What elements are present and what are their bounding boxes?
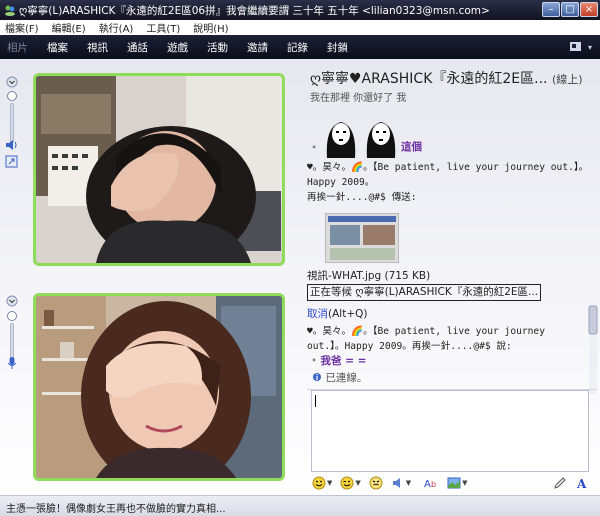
toolbar-games[interactable]: 遊戲 [167,40,188,55]
handwriting-button[interactable] [553,476,567,490]
voice-clip-button[interactable]: ▼ [391,476,411,490]
contact-card-icon [569,42,581,51]
maximize-button[interactable]: □ [561,2,579,17]
background-button[interactable]: ▼ [447,476,468,490]
file-thumbnail[interactable] [325,213,399,263]
chevron-down-icon: ▼ [355,479,361,487]
menu-edit[interactable]: 編輯(E) [52,20,86,35]
svg-text:b: b [431,480,436,489]
speaker-icon[interactable] [5,139,19,151]
fullscreen-icon[interactable] [5,155,18,168]
pen-icon [554,477,566,489]
chevron-down-icon: ▼ [405,479,412,487]
my-webcam-video [36,296,282,478]
toolbar-photos[interactable]: 相片 [7,40,28,55]
collapse-icon[interactable] [6,76,18,88]
sender-line: ♥。昊々。🌈。【Be patient, live your journey [307,326,545,337]
contact-webcam-video [36,76,282,263]
toolbar-call[interactable]: 通話 [127,40,148,55]
messenger-icon [5,5,15,16]
toolbar-block[interactable]: 封鎖 [327,40,348,55]
text-caret [315,395,316,407]
contact-personal-message: 我在那裡 你還好了 我 [310,93,407,104]
smiley-icon [312,476,326,490]
menu-help[interactable]: 說明(H) [193,20,228,35]
emoticon-caption: 這個 [401,141,422,153]
file-name: 視訊-WHAT.jpg (715 KB) [307,270,431,282]
no-face-emoticon-icon [326,122,396,158]
sender-line: 再挨一針....@#$ 傳送: [307,192,417,203]
connected-text: 已連線。 [325,372,368,384]
toolbar-invite[interactable]: 邀請 [247,40,268,55]
microphone-volume-slider[interactable] [5,311,19,361]
contact-name: ღ寧寧♥ARASHICK『永遠的紅2E區... [310,71,548,87]
toolbar-activities[interactable]: 活動 [207,40,228,55]
info-icon [313,373,321,381]
nudge-icon [369,476,383,490]
bullet-icon: • [311,142,318,154]
wink-button[interactable]: ▼ [340,476,361,490]
menu-tools[interactable]: 工具(T) [146,20,180,35]
collapse-icon[interactable] [6,295,18,307]
message-input[interactable] [311,390,589,472]
cancel-shortcut: (Alt+Q) [328,308,368,320]
menu-file[interactable]: 檔案(F) [5,20,39,35]
menu-actions[interactable]: 執行(A) [99,20,134,35]
transfer-waiting-text: 正在等候 ღ寧寧(L)ARASHICK『永遠的紅2E區... [307,284,542,301]
contact-status: (線上) [551,73,583,86]
speaker-volume-slider[interactable] [5,91,19,145]
reply-message: 我爸 = = [320,355,367,367]
cancel-link[interactable]: 取消 [307,308,328,320]
emoticon-message: • 這個 [307,114,593,160]
svg-text:A: A [576,477,587,490]
emoticon-button[interactable]: ▼ [312,476,332,490]
svg-text:A: A [424,479,431,490]
connection-status: 已連線。 [312,370,367,385]
contact-header[interactable]: ღ寧寧♥ARASHICK『永遠的紅2E區... (線上) [310,68,583,88]
close-button[interactable]: × [580,2,598,17]
chevron-down-icon: ▼ [327,479,333,487]
ad-text[interactable]: 主憑一張臉！偶像劇女王再也不做臉的實力真相... [6,504,226,515]
nudge-button[interactable] [369,476,383,490]
history-scrollbar[interactable] [588,304,598,394]
text-mode-icon: A [576,477,587,490]
conversation-history: • 這個 ♥。昊々。🌈。【Be patient, live your journ… [307,114,593,384]
title-bar: ღ寧寧(L)ARASHICK『永遠的紅2E區06拼』我會繼續要謂 三十年 五十年… [0,0,600,20]
menu-bar: 檔案(F) 編輯(E) 執行(A) 工具(T) 說明(H) [0,20,600,35]
font-button[interactable]: Ab [423,476,439,490]
status-bar: 主憑一張臉！偶像劇女王再也不做臉的實力真相... [0,495,600,516]
sender-line: ♥。昊々。🌈。【Be patient, live your journey ou… [307,162,589,188]
my-webcam [33,293,285,481]
chevron-down-icon: ▼ [462,479,468,487]
toolbar-files[interactable]: 檔案 [47,40,68,55]
font-icon: Ab [424,479,436,490]
webcam-controls [0,59,24,495]
toolbar-history[interactable]: 記錄 [287,40,308,55]
toolbar-video[interactable]: 視訊 [87,40,108,55]
background-icon [447,477,461,489]
chevron-down-icon: ▾ [587,42,592,52]
toolbar-options[interactable]: ▾ [569,40,592,54]
bullet-icon: • [311,355,318,367]
voice-clip-icon [392,478,400,488]
window-title: ღ寧寧(L)ARASHICK『永遠的紅2E區06拼』我會繼續要謂 三十年 五十年… [19,4,490,17]
sender-line: out.】。Happy 2009。再挨一針....@#$ 說: [307,341,512,352]
conversation-area: ღ寧寧♥ARASHICK『永遠的紅2E區... (線上) 我在那裡 你還好了 我… [0,59,600,495]
text-mode-button[interactable]: A [575,476,589,490]
formatting-toolbar: ▼ ▼ ▼ Ab ▼ A [311,473,589,493]
minimize-button[interactable]: – [542,2,560,17]
window-controls: – □ × [542,2,598,17]
wink-icon [340,476,354,490]
microphone-icon[interactable] [6,356,18,370]
toolbar: 相片 檔案 視訊 通話 遊戲 活動 邀請 記錄 封鎖 ▾ [0,35,600,59]
contact-webcam [33,73,285,266]
